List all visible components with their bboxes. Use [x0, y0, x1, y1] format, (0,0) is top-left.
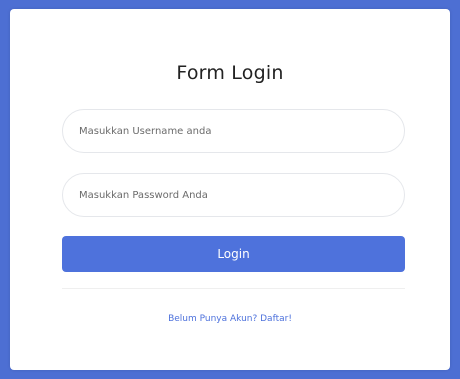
register-link[interactable]: Belum Punya Akun? Daftar!: [10, 314, 450, 324]
username-input[interactable]: [62, 109, 405, 153]
login-button[interactable]: Login: [62, 236, 405, 272]
password-input[interactable]: [62, 173, 405, 217]
login-card: Form Login Login Belum Punya Akun? Dafta…: [10, 9, 450, 370]
divider: [62, 288, 405, 289]
login-frame: Form Login Login Belum Punya Akun? Dafta…: [0, 0, 460, 379]
form-title: Form Login: [176, 62, 284, 84]
